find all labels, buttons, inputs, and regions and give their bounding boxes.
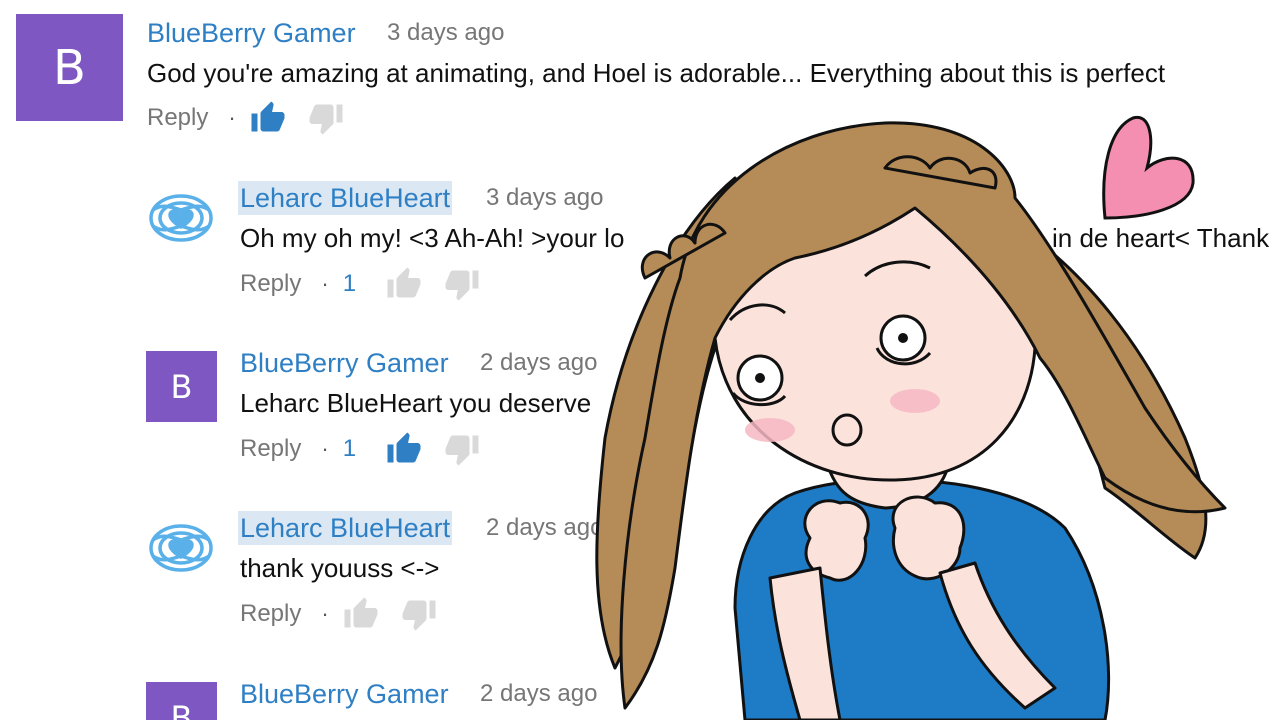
left-blush: [745, 418, 795, 442]
thumb-down-icon[interactable]: [444, 431, 480, 467]
comment-actions: Reply · 1: [240, 431, 480, 467]
separator-dot: ·: [228, 105, 236, 130]
reply-button[interactable]: Reply: [240, 435, 301, 463]
thumb-down-icon[interactable]: [308, 100, 344, 136]
comment-author[interactable]: Leharc BlueHeart: [238, 511, 453, 545]
comment-time[interactable]: 3 days ago: [387, 16, 504, 50]
reply-button[interactable]: Reply: [240, 600, 301, 628]
avatar-letter: B: [170, 367, 193, 406]
thumb-down-icon[interactable]: [401, 596, 437, 632]
cartoon-girl-illustration: [595, 115, 1227, 720]
reply-button[interactable]: Reply: [147, 104, 208, 132]
thumb-up-icon[interactable]: [250, 100, 286, 136]
reply-button[interactable]: Reply: [240, 270, 301, 298]
heart-icon: [1102, 115, 1195, 220]
comment-actions: Reply · 1: [240, 266, 480, 302]
avatar[interactable]: B: [146, 351, 217, 422]
comment-text: God you're amazing at animating, and Hoe…: [147, 58, 1166, 88]
comment-text: thank youuss <->: [240, 553, 440, 583]
like-count: 1: [342, 270, 357, 297]
comment-author[interactable]: BlueBerry Gamer: [240, 677, 449, 711]
comment-actions: Reply ·: [240, 596, 437, 632]
comment-actions: Reply ·: [147, 100, 344, 136]
right-hand: [891, 495, 966, 581]
comment-author[interactable]: BlueBerry Gamer: [240, 346, 449, 380]
separator-dot: ·: [321, 601, 329, 626]
flower-avatar-icon[interactable]: [148, 190, 214, 246]
comment-author[interactable]: Leharc BlueHeart: [238, 181, 453, 215]
thumb-down-icon[interactable]: [444, 266, 480, 302]
comment-time[interactable]: 2 days ago: [480, 346, 597, 380]
comment-author[interactable]: BlueBerry Gamer: [147, 16, 356, 50]
comment-time[interactable]: 2 days ago: [480, 677, 597, 711]
like-count: 1: [342, 435, 357, 462]
avatar-letter: B: [53, 39, 86, 96]
avatar-letter: B: [170, 698, 193, 720]
flower-avatar-icon[interactable]: [148, 520, 214, 576]
thumb-up-icon[interactable]: [386, 266, 422, 302]
right-blush: [890, 389, 940, 413]
comment-text: Leharc BlueHeart you deserve: [240, 388, 592, 418]
separator-dot: ·: [321, 271, 329, 296]
separator-dot: ·: [321, 436, 329, 461]
avatar[interactable]: B: [146, 682, 217, 720]
thumb-up-icon[interactable]: [343, 596, 379, 632]
avatar[interactable]: B: [16, 14, 123, 121]
thumb-up-icon[interactable]: [386, 431, 422, 467]
mouth: [831, 413, 863, 447]
comment-text-start: Oh my oh my! <3 Ah-Ah! >your lo: [240, 223, 625, 253]
